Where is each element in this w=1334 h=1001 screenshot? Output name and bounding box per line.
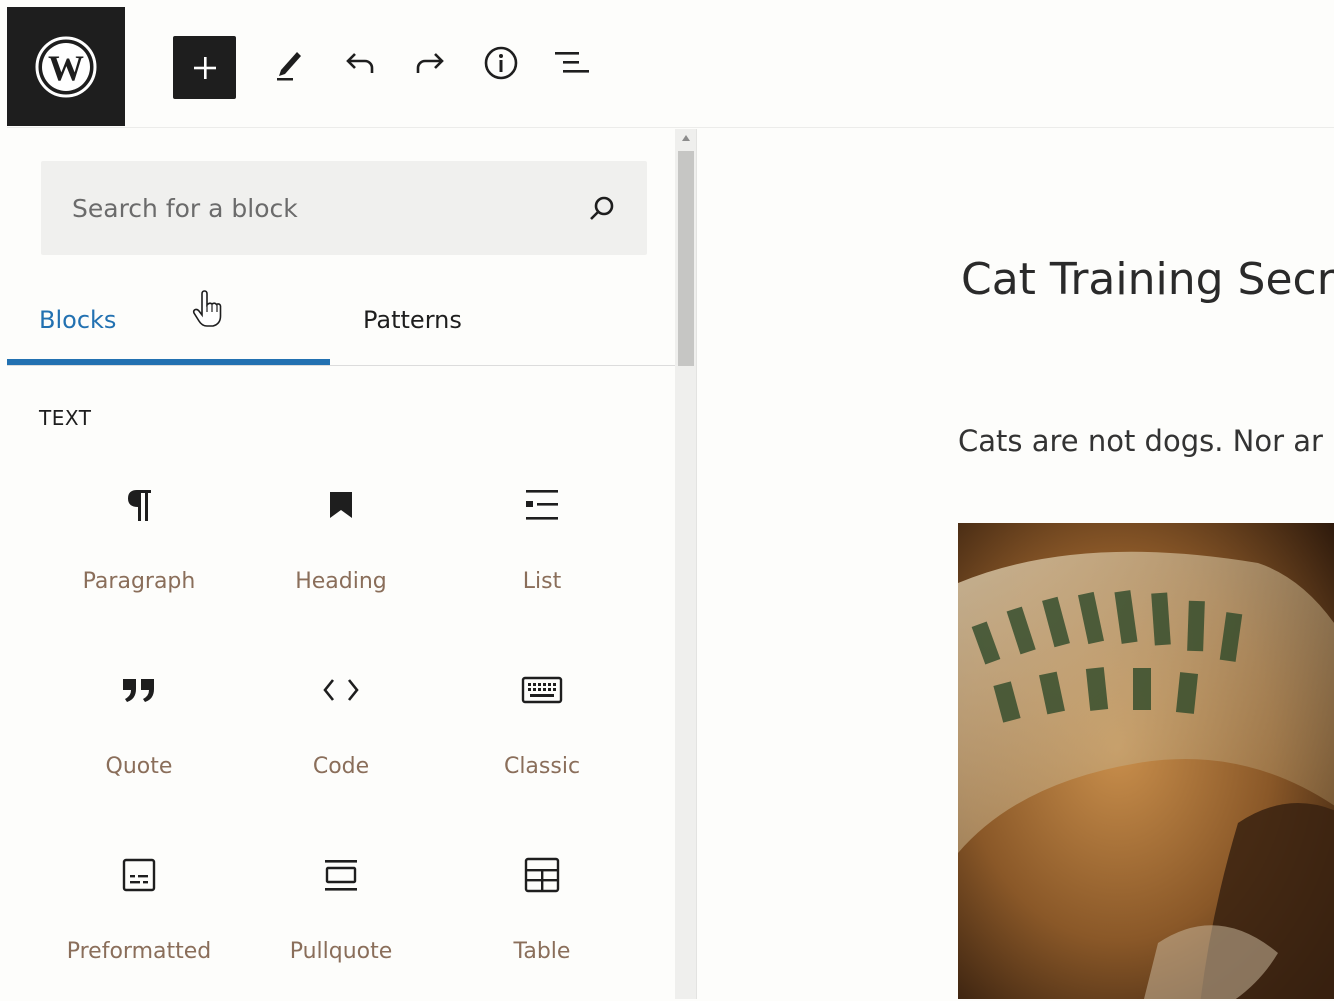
list-icon [452, 481, 632, 529]
block-item-code[interactable]: Code [251, 666, 431, 816]
block-label: List [522, 569, 562, 594]
block-search-input[interactable] [41, 161, 581, 255]
block-label: Pullquote [289, 939, 393, 964]
paragraph-icon [49, 481, 229, 529]
tab-patterns[interactable]: Patterns [363, 284, 462, 366]
block-item-classic[interactable]: Classic [452, 666, 632, 816]
post-title[interactable]: Cat Training Secre [961, 254, 1334, 305]
redo-icon [416, 53, 444, 73]
wordpress-logo-icon: W [35, 36, 97, 97]
block-label: Preformatted [66, 939, 212, 964]
block-item-paragraph[interactable]: Paragraph [49, 481, 229, 631]
scrollbar-thumb[interactable] [678, 151, 694, 366]
search-icon[interactable] [587, 194, 617, 224]
sidebar-scrollbar[interactable] [675, 129, 697, 999]
edit-tools-button[interactable] [265, 40, 311, 86]
redo-button[interactable] [407, 40, 453, 86]
block-label: Paragraph [82, 569, 196, 594]
code-icon [251, 666, 431, 714]
bookmark-icon [251, 481, 431, 529]
active-tab-indicator [7, 359, 330, 365]
inserter-tabs: Blocks Patterns [7, 284, 675, 366]
block-label: Classic [503, 754, 581, 779]
block-item-pullquote[interactable]: Pullquote [251, 851, 431, 1001]
block-label: Table [513, 939, 571, 964]
details-button[interactable] [478, 40, 524, 86]
block-search [41, 161, 647, 255]
outline-list-icon [555, 52, 589, 73]
block-item-preformatted[interactable]: Preformatted [49, 851, 229, 1001]
pencil-icon [277, 52, 301, 81]
category-heading-text: TEXT [39, 406, 92, 430]
block-inserter-panel: Blocks Patterns TEXT Paragraph Heading [7, 129, 675, 999]
editor-toolbar: W [7, 7, 1334, 128]
scroll-up-arrow-icon[interactable] [682, 135, 690, 141]
post-paragraph[interactable]: Cats are not dogs. Nor ar [958, 424, 1323, 458]
block-item-quote[interactable]: Quote [49, 666, 229, 816]
pullquote-icon [251, 851, 431, 899]
quote-icon [49, 666, 229, 714]
editor-canvas: Cat Training Secre Cats are not dogs. No… [697, 129, 1334, 999]
keyboard-icon [452, 666, 632, 714]
block-item-list[interactable]: List [452, 481, 632, 631]
table-icon [452, 851, 632, 899]
wordpress-logo-button[interactable]: W [7, 7, 125, 126]
block-item-table[interactable]: Table [452, 851, 632, 1001]
block-label: Heading [295, 569, 387, 594]
hand-cursor-icon [192, 290, 222, 327]
outline-button[interactable] [549, 40, 595, 86]
plus-icon [193, 56, 216, 79]
preformatted-icon [49, 851, 229, 899]
tab-blocks[interactable]: Blocks [39, 284, 116, 366]
undo-button[interactable] [337, 40, 383, 86]
block-item-heading[interactable]: Heading [251, 481, 431, 631]
svg-text:W: W [48, 48, 84, 88]
block-label: Code [312, 754, 370, 779]
post-image[interactable] [958, 523, 1334, 999]
block-label: Quote [105, 754, 173, 779]
info-icon [484, 46, 518, 80]
undo-icon [346, 53, 374, 73]
add-block-button[interactable] [173, 36, 236, 99]
